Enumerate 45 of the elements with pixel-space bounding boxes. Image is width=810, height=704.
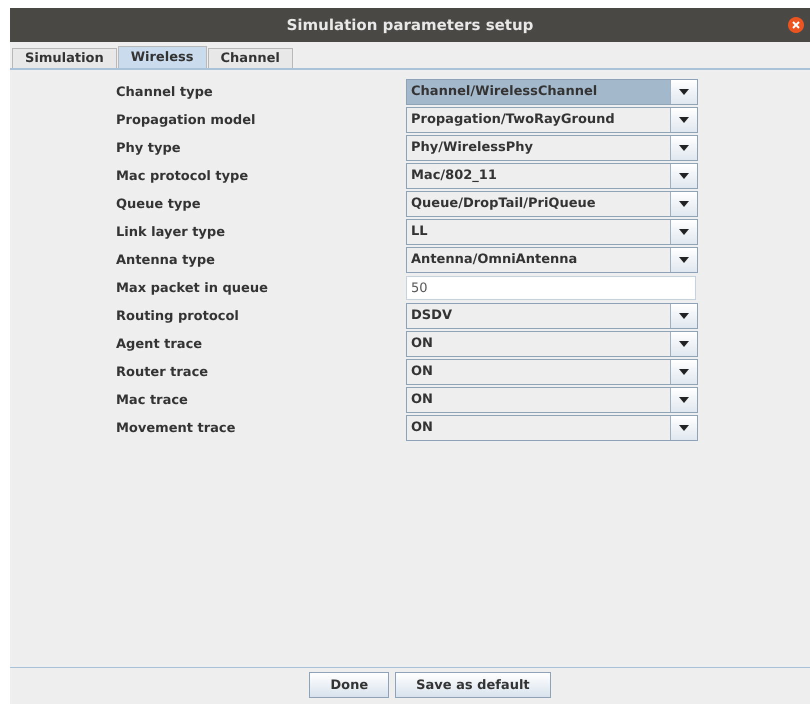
- dropdown[interactable]: ON: [406, 359, 698, 385]
- dropdown[interactable]: Propagation/TwoRayGround: [406, 107, 698, 133]
- field-label: Mac trace: [115, 392, 189, 408]
- caret-icon: [679, 229, 689, 235]
- field-label: Max packet in queue: [115, 280, 269, 296]
- close-icon[interactable]: [788, 17, 804, 33]
- caret-icon: [679, 369, 689, 375]
- caret-icon: [679, 397, 689, 403]
- field-label: Phy type: [115, 140, 182, 156]
- button[interactable]: Save as default: [395, 672, 551, 698]
- caret-icon: [679, 341, 689, 347]
- field-label: Queue type: [115, 196, 202, 212]
- field-label: Antenna type: [115, 252, 216, 268]
- window-title: Simulation parameters setup: [286, 16, 534, 34]
- dropdown[interactable]: Channel/WirelessChannel: [406, 79, 698, 105]
- field-label: Mac protocol type: [115, 168, 250, 184]
- button[interactable]: Done: [309, 672, 390, 698]
- field-label: Router trace: [115, 364, 210, 380]
- field-label: Channel type: [115, 84, 214, 100]
- field-label: Agent trace: [115, 336, 204, 352]
- input-field[interactable]: 50: [406, 276, 696, 300]
- caret-icon: [679, 117, 689, 123]
- caret-icon: [679, 173, 689, 179]
- caret-icon: [679, 145, 689, 151]
- field-label: Movement trace: [115, 420, 236, 436]
- field-label: Propagation model: [115, 112, 256, 128]
- dropdown[interactable]: DSDV: [406, 303, 698, 329]
- caret-icon: [679, 257, 689, 263]
- dropdown[interactable]: ON: [406, 331, 698, 357]
- dropdown[interactable]: Phy/WirelessPhy: [406, 135, 698, 161]
- tab[interactable]: Wireless: [118, 46, 206, 68]
- caret-icon: [679, 201, 689, 207]
- field-label: Routing protocol: [115, 308, 240, 324]
- dropdown[interactable]: Antenna/OmniAntenna: [406, 247, 698, 273]
- field-label: Link layer type: [115, 224, 226, 240]
- caret-icon: [679, 313, 689, 319]
- dropdown[interactable]: ON: [406, 415, 698, 441]
- dropdown[interactable]: ON: [406, 387, 698, 413]
- caret-icon: [679, 89, 689, 95]
- dropdown[interactable]: LL: [406, 219, 698, 245]
- tab[interactable]: Channel: [208, 48, 293, 68]
- dropdown[interactable]: Mac/802_11: [406, 163, 698, 189]
- dropdown[interactable]: Queue/DropTail/PriQueue: [406, 191, 698, 217]
- tab[interactable]: Simulation: [12, 48, 117, 68]
- caret-icon: [679, 425, 689, 431]
